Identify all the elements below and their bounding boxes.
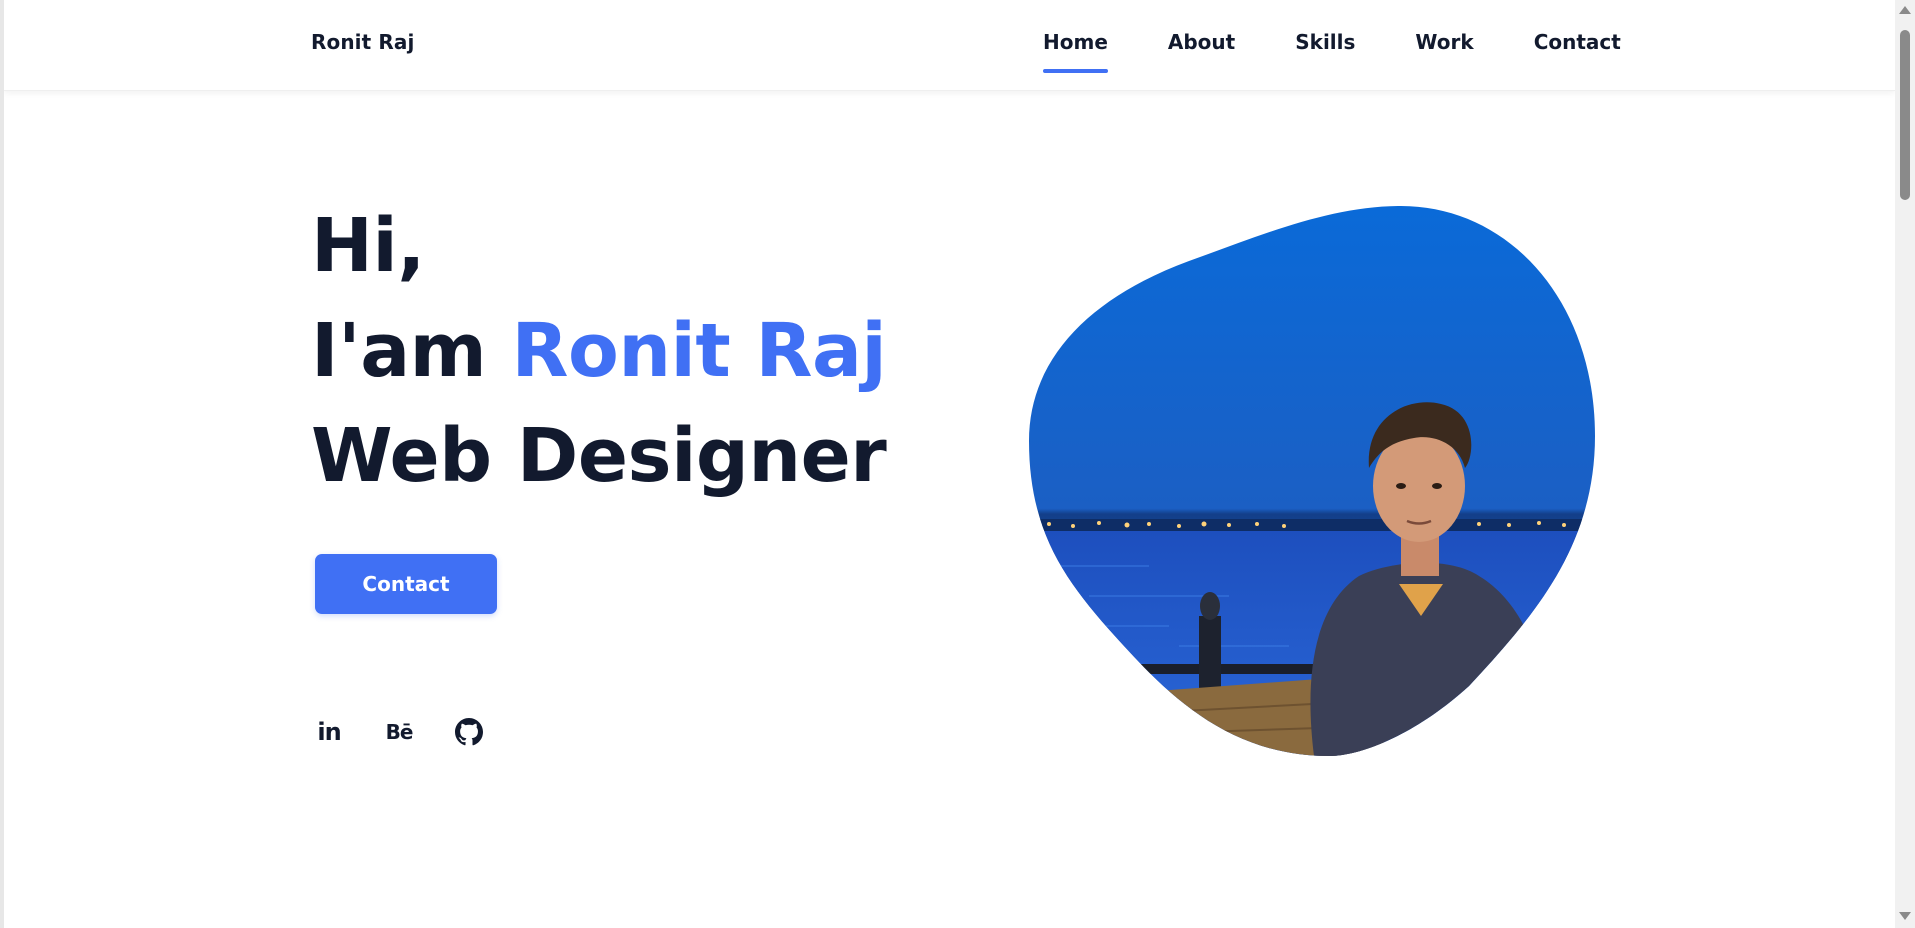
main-nav: Home About Skills Work Contact	[1043, 30, 1621, 73]
hero-role: Web Designer	[311, 413, 887, 499]
contact-button[interactable]: Contact	[315, 554, 497, 614]
hero-name: Ronit Raj	[511, 308, 887, 394]
site-logo[interactable]: Ronit Raj	[311, 30, 414, 54]
site-header: Ronit Raj Home About Skills Work Contact	[4, 0, 1895, 91]
nav-item-about[interactable]: About	[1168, 30, 1235, 54]
scroll-thumb[interactable]	[1900, 30, 1910, 200]
scroll-up-arrow-icon[interactable]	[1899, 6, 1911, 14]
behance-icon[interactable]: Bē	[385, 718, 414, 746]
page-scrollbar[interactable]	[1895, 0, 1915, 928]
page-viewport: Ronit Raj Home About Skills Work Contact…	[0, 0, 1895, 928]
scroll-down-arrow-icon[interactable]	[1899, 912, 1911, 920]
nav-item-home[interactable]: Home	[1043, 30, 1108, 73]
nav-item-skills[interactable]: Skills	[1295, 30, 1355, 54]
hero-greeting: Hi,	[311, 203, 425, 289]
hero-title: Hi, I'am Ronit Raj Web Designer	[311, 194, 887, 509]
hero-intro-prefix: I'am	[311, 308, 512, 394]
linkedin-icon-text: in	[317, 718, 341, 746]
social-links: in Bē	[315, 718, 483, 746]
hero-intro: I'am Ronit Raj	[311, 299, 887, 404]
behance-icon-text: Bē	[385, 720, 414, 744]
nav-item-work[interactable]: Work	[1415, 30, 1473, 54]
profile-photo	[1029, 206, 1595, 756]
linkedin-icon[interactable]: in	[315, 718, 343, 746]
github-icon[interactable]	[455, 718, 483, 746]
nav-item-contact[interactable]: Contact	[1534, 30, 1621, 54]
